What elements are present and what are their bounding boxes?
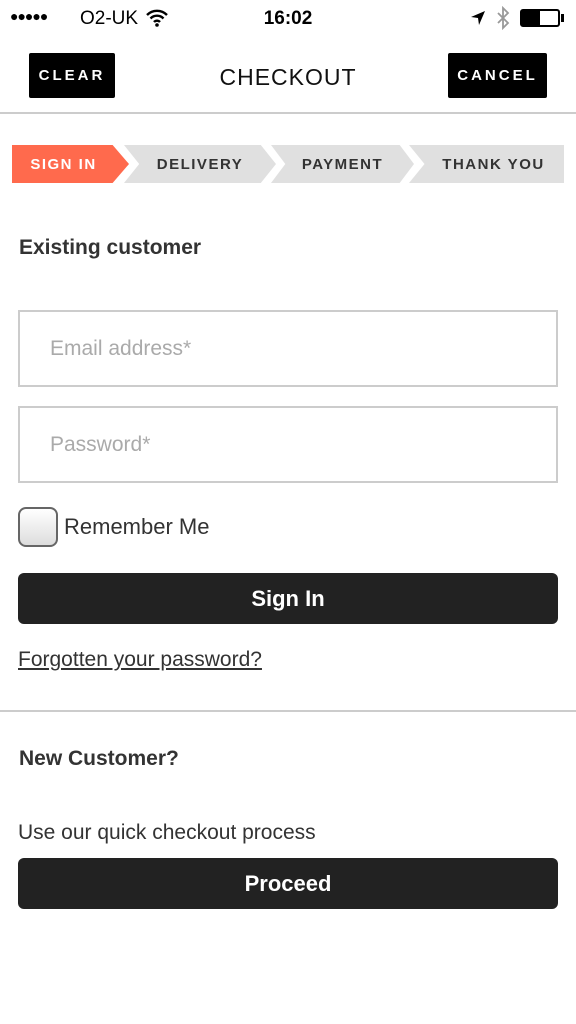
new-customer-heading: New Customer?: [19, 747, 179, 770]
remember-me-label[interactable]: Remember Me: [64, 514, 209, 540]
battery-icon: [520, 9, 560, 27]
step-delivery: DELIVERY: [124, 145, 276, 183]
existing-customer-heading: Existing customer: [19, 236, 202, 259]
forgot-password-link[interactable]: Forgotten your password?: [18, 648, 262, 672]
sign-in-button[interactable]: Sign In: [18, 573, 558, 624]
location-icon: [471, 11, 485, 25]
step-thank-you: THANK YOU: [409, 145, 564, 183]
clock: 16:02: [263, 8, 313, 29]
nav-bar: CLEAR CHECKOUT CANCEL: [0, 38, 576, 114]
step-payment: PAYMENT: [271, 145, 414, 183]
proceed-button[interactable]: Proceed: [18, 858, 558, 909]
bluetooth-icon: [497, 6, 510, 30]
email-input[interactable]: [18, 310, 558, 387]
status-bar: ●●●●● O2-UK 16:02: [0, 0, 576, 38]
step-sign-in: SIGN IN: [12, 145, 129, 183]
password-input[interactable]: [18, 406, 558, 483]
divider: [0, 710, 576, 712]
remember-me-checkbox[interactable]: [18, 507, 58, 547]
cancel-button[interactable]: CANCEL: [448, 53, 547, 98]
new-customer-text: Use our quick checkout process: [18, 821, 316, 844]
